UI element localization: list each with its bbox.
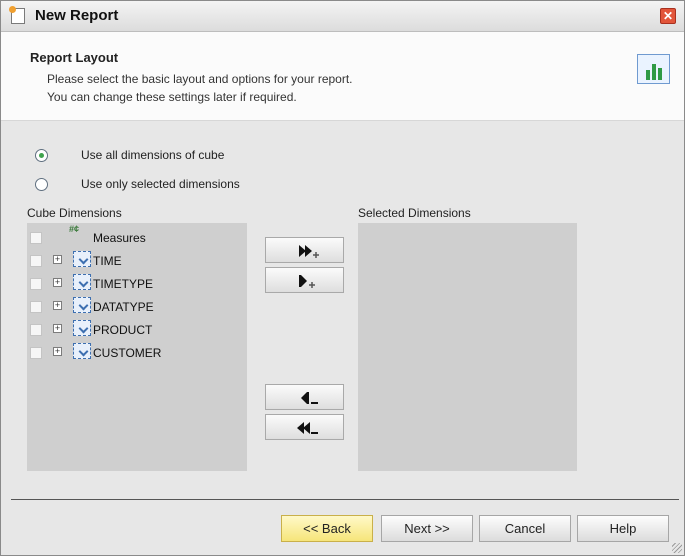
checkbox[interactable] — [30, 324, 42, 336]
checkbox[interactable] — [30, 278, 42, 290]
add-all-icon — [299, 245, 319, 258]
header-title: Report Layout — [30, 50, 119, 65]
tree-item-label: DATATYPE — [93, 300, 154, 314]
dimension-icon — [73, 320, 91, 336]
new-report-dialog: New Report ✕ Report Layout Please select… — [0, 0, 685, 556]
dimension-icon — [73, 343, 91, 359]
measures-icon: #¢ — [69, 224, 80, 234]
radio-label-use-all: Use all dimensions of cube — [81, 148, 225, 162]
checkbox[interactable] — [30, 232, 42, 244]
tree-item-customer[interactable]: + CUSTOMER — [27, 343, 245, 364]
tree-item-label: Measures — [93, 231, 146, 245]
cancel-button[interactable]: Cancel — [479, 515, 571, 542]
wizard-header: Report Layout Please select the basic la… — [1, 32, 684, 121]
tree-item-label: CUSTOMER — [93, 346, 162, 360]
new-report-icon — [9, 6, 25, 24]
header-description-line-2: You can change these settings later if r… — [47, 90, 297, 104]
add-all-button[interactable] — [265, 237, 344, 263]
radio-label-use-selected: Use only selected dimensions — [81, 177, 240, 191]
dimension-icon — [73, 251, 91, 267]
remove-all-icon — [297, 422, 318, 434]
tree-item-product[interactable]: + PRODUCT — [27, 320, 245, 341]
option-use-all-dimensions[interactable]: Use all dimensions of cube — [35, 148, 224, 162]
dimension-icon — [73, 297, 91, 313]
cube-dimensions-label: Cube Dimensions — [27, 206, 122, 220]
radio-use-all-dimensions[interactable] — [35, 149, 48, 162]
expand-icon[interactable]: + — [53, 301, 62, 310]
remove-selected-button[interactable] — [265, 384, 344, 410]
selected-dimensions-label: Selected Dimensions — [358, 206, 471, 220]
add-one-icon — [299, 275, 315, 288]
tree-item-time[interactable]: + TIME — [27, 251, 245, 272]
selected-dimensions-list[interactable] — [358, 223, 577, 471]
radio-use-selected-dimensions[interactable] — [35, 178, 48, 191]
option-use-selected-dimensions[interactable]: Use only selected dimensions — [35, 177, 240, 191]
title-bar[interactable]: New Report ✕ — [1, 1, 684, 32]
resize-grip-icon[interactable] — [672, 543, 682, 553]
expand-icon[interactable]: + — [53, 347, 62, 356]
back-button[interactable]: << Back — [281, 515, 373, 542]
tree-item-label: TIMETYPE — [93, 277, 154, 291]
dialog-title: New Report — [35, 7, 119, 24]
tree-item-label: PRODUCT — [93, 323, 153, 337]
cube-dimensions-list[interactable]: #¢ Measures + TIME + TIMETYPE + DATATYPE… — [27, 223, 247, 471]
expand-icon[interactable]: + — [53, 278, 62, 287]
expand-icon[interactable]: + — [53, 324, 62, 333]
tree-item-label: TIME — [93, 254, 122, 268]
remove-one-icon — [301, 392, 318, 404]
remove-all-button[interactable] — [265, 414, 344, 440]
tree-item-datatype[interactable]: + DATATYPE — [27, 297, 245, 318]
report-layout-icon — [637, 54, 670, 84]
dimension-icon — [73, 274, 91, 290]
tree-item-timetype[interactable]: + TIMETYPE — [27, 274, 245, 295]
checkbox[interactable] — [30, 301, 42, 313]
checkbox[interactable] — [30, 347, 42, 359]
close-button[interactable]: ✕ — [660, 8, 676, 24]
next-button[interactable]: Next >> — [381, 515, 473, 542]
help-button[interactable]: Help — [577, 515, 669, 542]
add-selected-button[interactable] — [265, 267, 344, 293]
tree-item-measures[interactable]: #¢ Measures — [27, 224, 245, 249]
footer-divider — [11, 499, 679, 500]
expand-icon[interactable]: + — [53, 255, 62, 264]
header-description-line-1: Please select the basic layout and optio… — [47, 72, 353, 86]
checkbox[interactable] — [30, 255, 42, 267]
